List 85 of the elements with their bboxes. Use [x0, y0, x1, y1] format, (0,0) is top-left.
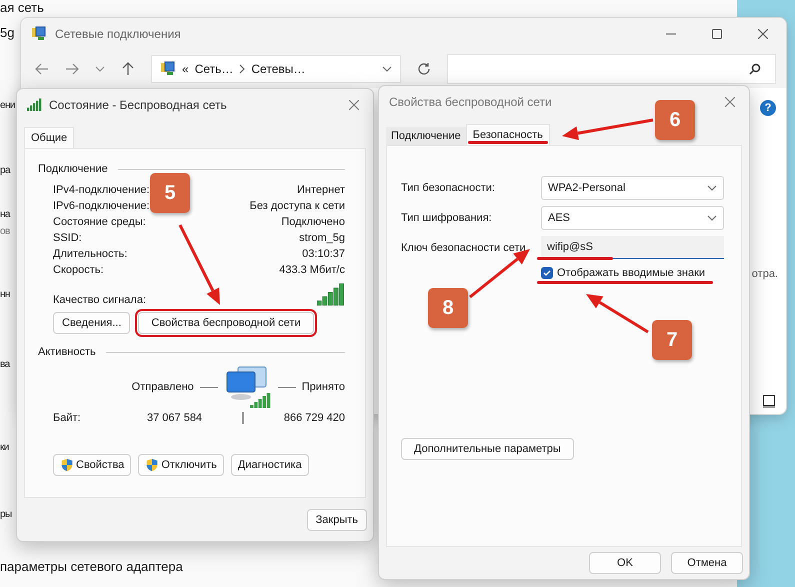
field-label: Скорость: [53, 264, 104, 276]
field-value: 03:10:37 [301, 248, 345, 260]
dialog-button[interactable]: Отключить [138, 454, 224, 476]
signal-strength-icon [317, 282, 345, 306]
dialog-title: Состояние - Беспроводная сеть [49, 98, 227, 112]
advanced-settings-button[interactable]: Дополнительные параметры [401, 438, 574, 460]
step-badge: 8 [428, 288, 468, 328]
cut-text: ая сеть [0, 0, 44, 16]
field-label: Байт: [53, 412, 82, 424]
checkbox[interactable] [541, 267, 553, 279]
tiles-view-icon[interactable] [762, 394, 776, 408]
dialog-button[interactable]: Отмена [671, 552, 743, 574]
field-label: Длительность: [53, 248, 128, 260]
field-label: Тип шифрования: [401, 212, 493, 224]
field-value: strom_5g [298, 232, 345, 244]
cut-text: отра. [752, 268, 778, 280]
field-value: Без доступа к сети [250, 200, 345, 212]
cut-text: ов [0, 225, 10, 239]
refresh-icon[interactable] [417, 62, 431, 76]
field-label: Качество сигнала: [53, 294, 146, 306]
close-icon[interactable] [349, 100, 359, 110]
cut-text: ры [0, 508, 12, 522]
cut-text: ра [0, 164, 10, 178]
close-icon[interactable] [725, 97, 735, 107]
cut-text: 5g [0, 25, 14, 41]
network-computers-icon [224, 366, 272, 408]
dialog-button[interactable]: Свойства [53, 454, 132, 476]
field-label: Ключ безопасности сети [401, 242, 527, 254]
step-badge: 5 [150, 173, 190, 213]
search-field[interactable] [447, 54, 776, 84]
dialog-button[interactable]: OK [589, 552, 661, 574]
field-value: Подключено [280, 216, 345, 228]
cut-text: на [0, 208, 10, 222]
chevron-right-icon [239, 64, 246, 74]
group-heading: Подключение [38, 163, 108, 175]
chevron-down-icon [707, 213, 717, 223]
field-label: SSID: [53, 232, 82, 244]
field-label: IPv4-подключение: [53, 184, 150, 196]
dialog-button[interactable]: Сведения... [53, 312, 130, 334]
window-title: Сетевые подключения [55, 27, 181, 41]
dropdown[interactable]: AES [541, 206, 724, 230]
cut-text: ва [0, 358, 10, 372]
breadcrumb-overflow[interactable]: « [182, 62, 189, 76]
group-heading: Активность [38, 346, 96, 358]
dialog-title: Свойства беспроводной сети [389, 95, 552, 109]
network-folder-icon [160, 61, 176, 77]
close-button[interactable]: Закрыть [306, 508, 367, 530]
maximize-icon[interactable] [712, 29, 722, 39]
signal-bars-icon [27, 97, 43, 113]
cut-text: параметры сетевого адаптера [0, 559, 183, 575]
arrow [586, 294, 649, 334]
input-field[interactable]: wifip@sS [541, 236, 724, 259]
step-badge: 6 [655, 100, 695, 140]
network-folder-icon [31, 26, 47, 42]
field-value: 433.3 Мбит/с [278, 264, 345, 276]
step-badge: 7 [652, 320, 692, 360]
tab[interactable]: Общие [24, 127, 74, 148]
back-arrow-icon[interactable] [35, 62, 49, 76]
cut-text: нн [0, 288, 10, 302]
help-button[interactable]: ? [760, 100, 776, 116]
cut-text: ки [0, 441, 9, 455]
chevron-down-icon [707, 183, 717, 193]
address-bar[interactable]: « Сеть… Сетевы… [151, 55, 401, 83]
breadcrumb-item[interactable]: Сетевы… [251, 62, 306, 76]
sent-label: Отправлено [132, 381, 194, 393]
received-label: Принято [302, 381, 345, 393]
chevron-down-icon[interactable] [382, 64, 392, 74]
checkbox-label: Отображать вводимые знаки [557, 267, 706, 279]
field-label: Состояние среды: [53, 216, 146, 228]
dialog-button[interactable]: Диагностика [230, 454, 309, 476]
forward-arrow-icon[interactable] [65, 62, 79, 76]
field-value: Интернет [296, 184, 345, 196]
close-icon[interactable] [758, 29, 768, 39]
breadcrumb-item[interactable]: Сеть… [194, 62, 234, 76]
cut-text: ени [0, 99, 15, 113]
chevron-down-icon[interactable] [95, 66, 105, 72]
bytes-sent-value: 37 067 584 [147, 412, 204, 424]
tab[interactable]: Подключение [386, 127, 466, 145]
field-label: IPv6-подключение: [53, 200, 150, 212]
up-arrow-icon[interactable] [121, 62, 135, 76]
search-icon [749, 63, 761, 75]
dropdown[interactable]: WPA2-Personal [541, 176, 724, 200]
bytes-received-value: 866 729 420 [282, 412, 345, 424]
field-label: Тип безопасности: [401, 182, 496, 194]
dialog-button[interactable]: Свойства беспроводной сети [138, 312, 314, 334]
